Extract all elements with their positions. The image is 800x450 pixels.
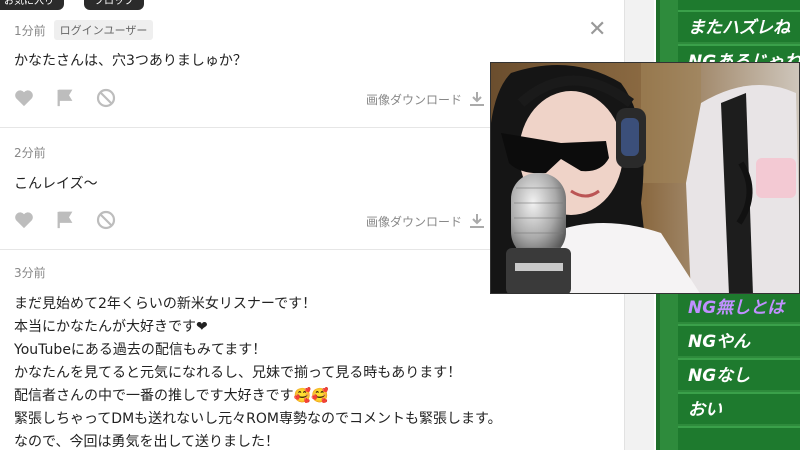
comment-text-line: 緊張しちゃってDMも送れないし元々ROM専勢なのでコメントも緊張します。 (14, 411, 502, 427)
ng-item: NGなし (678, 358, 800, 390)
block-icon[interactable] (96, 88, 116, 108)
heart-icon[interactable] (14, 89, 34, 107)
flag-icon[interactable] (56, 89, 74, 107)
comment-time: 1分前 (14, 23, 46, 38)
streamer-webcam-image (491, 63, 799, 293)
comment-time: 2分前 (14, 146, 46, 160)
comment-text-line: まだ見始めて2年くらいの新米女リスナーです！ (14, 296, 317, 312)
webcam-overlay (490, 62, 800, 294)
ng-item: またハズレね (678, 10, 800, 42)
ng-item: おい (678, 392, 800, 424)
comment-text-line: 配信者さんの中で一番の推しです大好きです🥰🥰 (14, 388, 329, 404)
comment-meta: 3分前 (14, 264, 46, 281)
image-download-button[interactable]: 画像ダウンロード (366, 212, 486, 230)
ng-item: NG無しとは (678, 290, 800, 322)
comment-text: こんレイズ〜 (14, 176, 98, 192)
ng-item-empty (678, 426, 800, 450)
image-download-label: 画像ダウンロード (366, 214, 463, 229)
download-icon (470, 92, 485, 106)
login-user-badge: ログインユーザー (53, 20, 154, 40)
comment-actions (14, 88, 116, 108)
heart-icon[interactable] (14, 211, 34, 229)
ng-item: NGやん (678, 324, 800, 356)
download-icon (470, 214, 485, 228)
comment-text-line: なので、今回は勇気を出して送りました！ (14, 434, 280, 450)
comment-time: 3分前 (14, 266, 46, 280)
image-download-label: 画像ダウンロード (366, 92, 463, 107)
comment-meta: 2分前 (14, 144, 46, 161)
comment-meta: 1分前 ログインユーザー (14, 20, 154, 40)
block-icon[interactable] (96, 210, 116, 230)
comment-text-line: かなたんを見てると元気になれるし、兄妹で揃って見る時もあります！ (14, 365, 462, 381)
ng-item-partial (678, 0, 800, 10)
comment-text-line: YouTubeにある過去の配信もみてます！ (14, 342, 267, 358)
flag-icon[interactable] (56, 211, 74, 229)
close-icon[interactable]: ✕ (588, 19, 606, 41)
comment-actions (14, 210, 116, 230)
image-download-button[interactable]: 画像ダウンロード (366, 90, 486, 108)
comment-text: かなたさんは、穴3つありましゅか？ (14, 53, 247, 69)
comment-text-line: 本当にかなたんが大好きです❤ (14, 319, 208, 335)
